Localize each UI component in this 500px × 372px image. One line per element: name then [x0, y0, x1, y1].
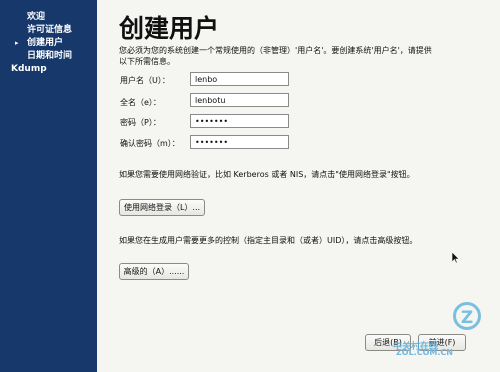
password-label: 密码（P）： — [120, 118, 161, 127]
current-step-arrow-icon: ▸ — [15, 39, 19, 47]
advanced-button[interactable]: 高级的（A）...... — [119, 263, 189, 280]
advanced-note: 如果您在生成用户需要更多的控制（指定主目录和（或者）UID），请点击高级按钮。 — [119, 236, 418, 245]
fullname-input[interactable]: lenbotu — [190, 93, 289, 107]
main-panel: 创建用户 您必须为您的系统创建一个常规使用的（非管理）'用户名'。要创建系统'用… — [97, 0, 500, 372]
username-label: 用户名（U）： — [120, 76, 170, 85]
password-input[interactable]: ••••••• — [190, 114, 289, 128]
sidebar-item-label: 欢迎 — [27, 12, 46, 22]
sidebar-item-label: 许可证信息 — [27, 25, 73, 35]
sidebar-item-welcome[interactable]: 欢迎 — [0, 11, 97, 24]
sidebar-item-label: 日期和时间 — [27, 51, 73, 61]
page-title: 创建用户 — [119, 14, 220, 43]
network-login-button[interactable]: 使用网络登录（L）... — [119, 199, 205, 216]
sidebar: 欢迎 许可证信息 ▸ 创建用户 日期和时间 Kdump — [0, 0, 97, 372]
sidebar-steps: 欢迎 许可证信息 ▸ 创建用户 日期和时间 Kdump — [0, 11, 97, 76]
watermark-url: ZOL.COM.CN — [396, 348, 453, 357]
mouse-pointer-icon — [452, 252, 460, 264]
sidebar-item-license[interactable]: 许可证信息 — [0, 24, 97, 37]
sidebar-item-date-time[interactable]: 日期和时间 — [0, 50, 97, 63]
sidebar-item-kdump[interactable]: Kdump — [0, 63, 97, 76]
confirm-password-label: 确认密码（m）： — [120, 139, 180, 148]
username-input[interactable]: lenbo — [190, 72, 289, 86]
installer-window: 欢迎 许可证信息 ▸ 创建用户 日期和时间 Kdump 创建用户 您必须为您的系统… — [0, 0, 500, 372]
fullname-label: 全名（e）： — [120, 98, 161, 107]
sidebar-item-label: 创建用户 — [27, 38, 64, 48]
sidebar-item-label: Kdump — [11, 64, 47, 74]
watermark-logo-icon: Z — [453, 302, 481, 330]
confirm-password-input[interactable]: ••••••• — [190, 135, 289, 149]
network-login-note: 如果您需要使用网络验证，比如 Kerberos 或者 NIS，请点击"使用网络登… — [119, 170, 415, 179]
intro-text: 您必须为您的系统创建一个常规使用的（非管理）'用户名'。要创建系统'用户名'，请… — [119, 46, 432, 66]
sidebar-item-create-user[interactable]: ▸ 创建用户 — [0, 37, 97, 50]
